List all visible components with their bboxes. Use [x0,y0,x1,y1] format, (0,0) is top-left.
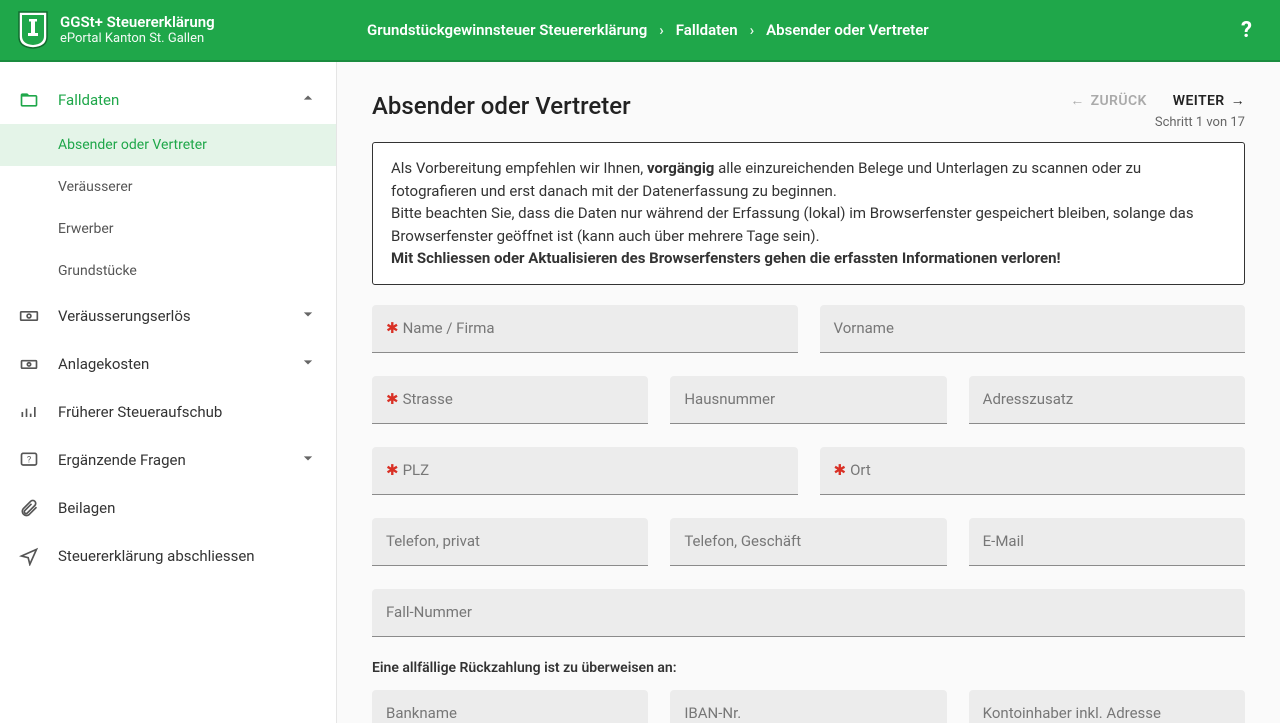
sidebar: Falldaten Absender oder Vertreter Veräus… [0,62,337,723]
field-name: ✱Name / Firma [372,305,798,353]
app-subtitle: ePortal Kanton St. Gallen [60,31,215,47]
info-text-bold: vorgängig [647,159,714,177]
info-text: Als Vorbereitung empfehlen wir Ihnen, [391,159,647,177]
crumb-2: Absender oder Vertreter [766,21,929,39]
email-input[interactable] [969,518,1245,566]
field-adresszusatz: Adresszusatz [969,376,1245,424]
sidebar-item-veraeusserungserlos[interactable]: Veräusserungserlös [0,292,336,340]
vorname-input[interactable] [820,305,1246,353]
chevron-up-icon [298,88,318,112]
field-tel-geschaeft: Telefon, Geschäft [670,518,946,566]
sidebar-sub-label: Erwerber [58,221,114,237]
app-title: GGSt+ Steuererklärung [60,13,215,31]
chevron-down-icon [298,448,318,472]
chevron-right-icon: › [659,21,664,39]
ort-input[interactable] [820,447,1246,495]
sidebar-item-label: Falldaten [58,91,298,109]
sidebar-item-label: Veräusserungserlös [58,307,298,325]
svg-text:?: ? [27,456,31,466]
field-fallnummer: Fall-Nummer [372,589,1245,637]
tel-geschaeft-input[interactable] [670,518,946,566]
field-plz: ✱PLZ [372,447,798,495]
field-kontoinhaber: Kontoinhaber inkl. Adresse [969,690,1245,723]
crumb-0[interactable]: Grundstückgewinnsteuer Steuererklärung [367,21,647,39]
sidebar-sub-grundstuecke[interactable]: Grundstücke [0,250,336,292]
sidebar-sub-veraeusserer[interactable]: Veräusserer [0,166,336,208]
send-icon [18,545,40,567]
sidebar-sub-absender[interactable]: Absender oder Vertreter [0,124,336,166]
sidebar-item-anlagekosten[interactable]: Anlagekosten [0,340,336,388]
sidebar-item-falldaten[interactable]: Falldaten [0,76,336,124]
step-indicator: Schritt 1 von 17 [1155,115,1245,130]
main-content: Absender oder Vertreter ← ZURÜCK WEITER … [337,62,1280,723]
adresszusatz-input[interactable] [969,376,1245,424]
field-tel-privat: Telefon, privat [372,518,648,566]
chevron-down-icon [298,304,318,328]
sidebar-item-label: Anlagekosten [58,355,298,373]
sidebar-item-abschliessen[interactable]: Steuererklärung abschliessen [0,532,336,580]
sidebar-sub-label: Veräusserer [58,179,133,195]
back-button-label: ZURÜCK [1091,93,1147,109]
chevron-right-icon: › [750,21,755,39]
arrow-right-icon: → [1231,92,1245,109]
iban-input[interactable] [670,690,946,723]
tel-privat-input[interactable] [372,518,648,566]
bank-section-heading: Eine allfällige Rückzahlung ist zu überw… [372,660,1245,676]
forward-button-label: WEITER [1173,93,1225,109]
sidebar-item-label: Beilagen [58,499,318,517]
bankname-input[interactable] [372,690,648,723]
sidebar-sub-label: Grundstücke [58,263,137,279]
logo-area: GGSt+ Steuererklärung ePortal Kanton St.… [0,11,337,49]
back-button: ← ZURÜCK [1070,92,1147,109]
field-email: E-Mail [969,518,1245,566]
chevron-down-icon [298,352,318,376]
fallnummer-input[interactable] [372,589,1245,637]
sidebar-sub-label: Absender oder Vertreter [58,137,207,153]
sidebar-item-beilagen[interactable]: Beilagen [0,484,336,532]
canton-shield-icon [18,11,48,49]
field-iban: IBAN-Nr. [670,690,946,723]
breadcrumb: Grundstückgewinnsteuer Steuererklärung ›… [337,21,1213,39]
field-strasse: ✱Strasse [372,376,648,424]
plz-input[interactable] [372,447,798,495]
question-icon: ? [18,449,40,471]
crumb-1[interactable]: Falldaten [676,21,738,39]
name-input[interactable] [372,305,798,353]
sidebar-item-label: Früherer Steueraufschub [58,403,318,421]
field-hausnummer: Hausnummer [670,376,946,424]
attachment-icon [18,497,40,519]
help-icon[interactable]: ? [1213,18,1280,43]
folder-open-icon [18,89,40,111]
field-ort: ✱Ort [820,447,1246,495]
cash-icon [18,305,40,327]
forward-button[interactable]: WEITER → [1173,92,1245,109]
info-text: Bitte beachten Sie, dass die Daten nur w… [391,204,1194,245]
chart-icon [18,401,40,423]
strasse-input[interactable] [372,376,648,424]
sidebar-sub-erwerber[interactable]: Erwerber [0,208,336,250]
info-box: Als Vorbereitung empfehlen wir Ihnen, vo… [372,142,1245,285]
page-title: Absender oder Vertreter [372,92,631,120]
arrow-left-icon: ← [1070,92,1084,109]
sidebar-item-label: Steuererklärung abschliessen [58,547,318,565]
sidebar-item-ergaenzende-fragen[interactable]: ? Ergänzende Fragen [0,436,336,484]
app-header: GGSt+ Steuererklärung ePortal Kanton St.… [0,0,1280,62]
info-text-bold: Mit Schliessen oder Aktualisieren des Br… [391,249,1061,267]
field-bankname: Bankname [372,690,648,723]
sidebar-item-frueher-aufschub[interactable]: Früherer Steueraufschub [0,388,336,436]
money-icon [18,353,40,375]
hausnummer-input[interactable] [670,376,946,424]
sidebar-item-label: Ergänzende Fragen [58,451,298,469]
field-vorname: Vorname [820,305,1246,353]
kontoinhaber-input[interactable] [969,690,1245,723]
